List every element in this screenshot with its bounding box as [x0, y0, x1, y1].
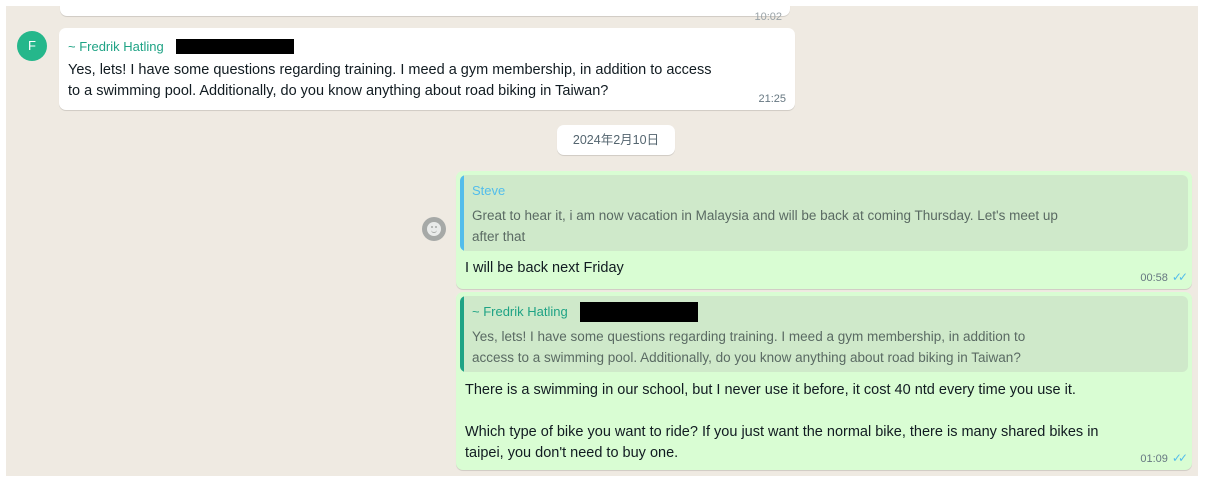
message-text-line: Yes, lets! I have some questions regardi… — [68, 62, 712, 78]
message-time: 00:58 ✓✓ — [1140, 270, 1188, 284]
message-time: 10:02 — [754, 11, 782, 23]
avatar[interactable]: F — [17, 31, 47, 61]
time-label: 01:09 — [1140, 453, 1168, 465]
sender-name[interactable]: ~ Fredrik Hatling — [68, 39, 164, 54]
quoted-text-line: after that — [472, 229, 526, 244]
incoming-message-bubble[interactable]: ~ Fredrik Hatling Yes, lets! I have some… — [59, 28, 795, 110]
quoted-sender: Steve — [472, 183, 506, 198]
emoji-reaction-button[interactable] — [422, 217, 446, 241]
outgoing-message-bubble[interactable]: ~ Fredrik Hatling Yes, lets! I have some… — [456, 292, 1192, 470]
quoted-sender: ~ Fredrik Hatling — [472, 304, 568, 320]
message-time: 01:09 ✓✓ — [1140, 451, 1188, 465]
smiley-icon — [427, 222, 441, 236]
message-text-line: taipei, you don't need to buy one. — [465, 445, 679, 461]
quoted-message[interactable]: ~ Fredrik Hatling Yes, lets! I have some… — [460, 296, 1188, 372]
quoted-text-line: access to a swimming pool. Additionally,… — [472, 350, 1021, 365]
message-time: 21:25 — [758, 93, 786, 105]
date-divider: 2024年2月10日 — [557, 125, 675, 155]
time-label: 00:58 — [1140, 272, 1168, 284]
quoted-text-line: Yes, lets! I have some questions regardi… — [472, 329, 1026, 344]
redacted-phone — [176, 39, 295, 55]
chat-panel: 10:02 F ~ Fredrik Hatling Yes, lets! I h… — [6, 6, 1198, 476]
message-text-line: Which type of bike you want to ride? If … — [465, 424, 1099, 440]
message-text-line: to a swimming pool. Additionally, do you… — [68, 83, 609, 99]
double-check-icon: ✓✓ — [1171, 451, 1188, 465]
previous-message-bubble[interactable]: 10:02 — [60, 6, 790, 23]
quoted-text-line: Great to hear it, i am now vacation in M… — [472, 208, 1058, 223]
message-text: I will be back next Friday — [465, 260, 624, 276]
double-check-icon: ✓✓ — [1171, 270, 1188, 284]
redacted-phone — [580, 302, 699, 322]
outgoing-message-bubble[interactable]: Steve Great to hear it, i am now vacatio… — [456, 171, 1192, 289]
message-text-line: There is a swimming in our school, but I… — [465, 382, 1076, 398]
quoted-message[interactable]: Steve Great to hear it, i am now vacatio… — [460, 175, 1188, 251]
